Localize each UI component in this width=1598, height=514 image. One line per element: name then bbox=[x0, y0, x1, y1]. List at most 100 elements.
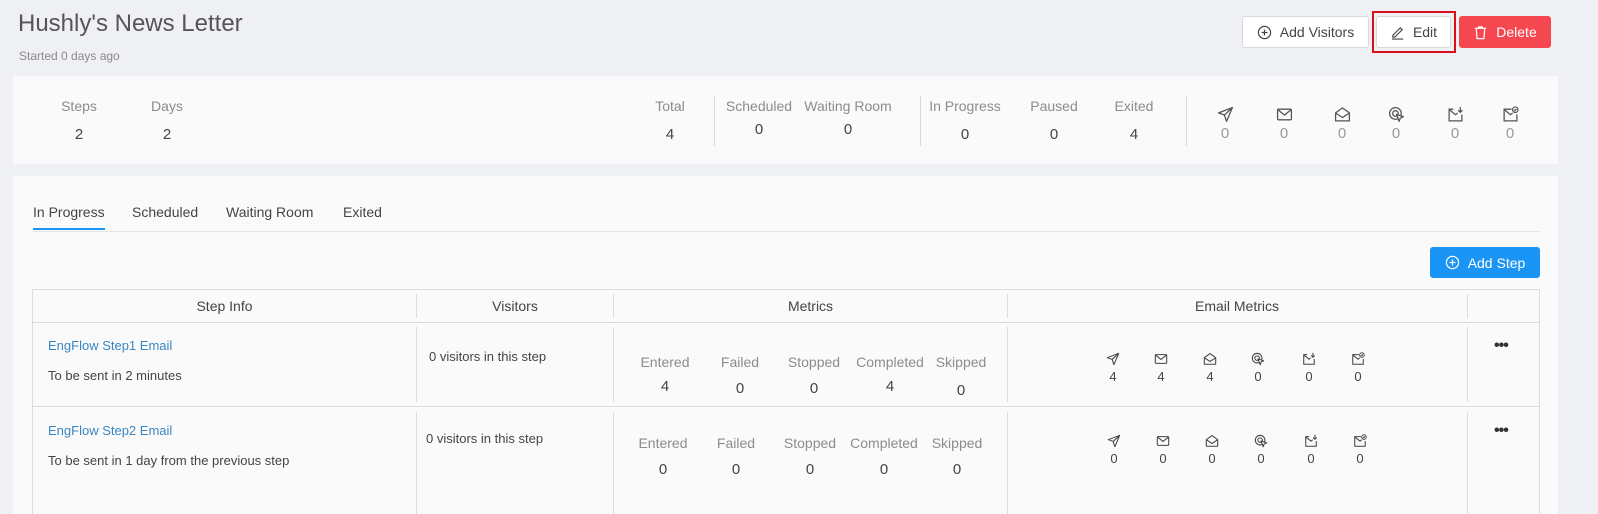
email-click: 0 bbox=[1248, 352, 1268, 384]
metric-completed: Completed 0 bbox=[843, 435, 925, 478]
metric-label: Completed bbox=[856, 354, 924, 370]
email-click: 0 bbox=[1251, 434, 1271, 466]
delete-label: Delete bbox=[1496, 24, 1537, 40]
mail-icon bbox=[1156, 434, 1170, 448]
stats-card: Steps 2 Days 2 Total 4 Scheduled 0 Waiti… bbox=[13, 76, 1558, 164]
tabs: In Progress Scheduled Waiting Room Exite… bbox=[33, 204, 1540, 232]
email-metric-value: 0 bbox=[1159, 451, 1167, 466]
stat-label: Scheduled bbox=[725, 98, 793, 114]
edit-highlight-box bbox=[1372, 11, 1456, 53]
mail-open-icon bbox=[1203, 352, 1217, 366]
metric-failed: Failed 0 bbox=[696, 435, 776, 478]
stat-label: In Progress bbox=[929, 98, 1001, 114]
step-name-link[interactable]: EngFlow Step2 Email bbox=[48, 423, 172, 438]
col-divider bbox=[1007, 412, 1008, 514]
tab-scheduled[interactable]: Scheduled bbox=[132, 204, 198, 228]
col-divider bbox=[1007, 327, 1008, 402]
email-metric-value: 0 bbox=[1110, 451, 1118, 466]
row-divider bbox=[33, 406, 1539, 407]
send-icon bbox=[1107, 434, 1121, 448]
metric-label: Stopped bbox=[783, 435, 837, 451]
row-divider bbox=[33, 322, 1539, 323]
col-divider bbox=[1007, 294, 1008, 318]
stat-label: Waiting Room bbox=[804, 98, 892, 114]
step-visitors: 0 visitors in this step bbox=[426, 431, 544, 446]
stat-value: 0 bbox=[960, 126, 970, 143]
stat-steps: Steps 2 bbox=[29, 98, 129, 143]
step-name-link[interactable]: EngFlow Step1 Email bbox=[48, 338, 172, 353]
email-open: 0 bbox=[1202, 434, 1222, 466]
header-metrics: Metrics bbox=[787, 298, 834, 314]
mail-check-icon bbox=[1502, 106, 1519, 123]
col-divider bbox=[613, 412, 614, 514]
stat-exited: Exited 4 bbox=[1084, 98, 1184, 143]
stat-value: 2 bbox=[74, 126, 84, 143]
metric-value: 0 bbox=[879, 461, 889, 478]
mail-download-icon bbox=[1302, 352, 1316, 366]
tab-in-progress[interactable]: In Progress bbox=[33, 204, 105, 230]
metric-value: 0 bbox=[1391, 125, 1401, 142]
send-icon bbox=[1106, 352, 1120, 366]
add-step-button[interactable]: Add Step bbox=[1430, 247, 1540, 278]
more-options-icon[interactable]: ••• bbox=[1494, 422, 1509, 440]
email-check: 0 bbox=[1348, 352, 1368, 384]
stat-value: 0 bbox=[843, 121, 853, 138]
page-subtitle: Started 0 days ago bbox=[19, 49, 120, 63]
page-title: Hushly's News Letter bbox=[18, 10, 243, 37]
plus-circle-icon bbox=[1445, 255, 1460, 270]
trash-icon bbox=[1473, 25, 1488, 40]
metric-value: 0 bbox=[805, 461, 815, 478]
stat-label: Steps bbox=[61, 98, 97, 114]
mail-check-icon bbox=[1353, 434, 1367, 448]
plus-circle-icon bbox=[1257, 25, 1272, 40]
email-metric-value: 4 bbox=[1157, 369, 1165, 384]
col-divider bbox=[1467, 327, 1468, 402]
more-options-icon[interactable]: ••• bbox=[1494, 337, 1509, 355]
email-open: 4 bbox=[1200, 352, 1220, 384]
tab-exited[interactable]: Exited bbox=[343, 204, 382, 228]
col-divider bbox=[613, 327, 614, 402]
metric-label: Completed bbox=[850, 435, 918, 451]
col-divider bbox=[613, 294, 614, 318]
metric-stopped: Stopped 0 bbox=[774, 354, 854, 397]
col-divider bbox=[416, 327, 417, 402]
stat-waiting-room: Waiting Room 0 bbox=[798, 98, 898, 138]
add-visitors-button[interactable]: Add Visitors bbox=[1242, 16, 1369, 48]
metric-value: 0 bbox=[956, 382, 966, 399]
email-metric-value: 4 bbox=[1206, 369, 1214, 384]
mail-open-icon bbox=[1205, 434, 1219, 448]
mail-metric: 0 bbox=[1273, 106, 1295, 142]
email-metric-value: 0 bbox=[1208, 451, 1216, 466]
step-schedule: To be sent in 1 day from the previous st… bbox=[48, 453, 290, 468]
col-divider bbox=[416, 412, 417, 514]
email-send: 4 bbox=[1103, 352, 1123, 384]
click-icon bbox=[1388, 106, 1405, 123]
email-metric-value: 0 bbox=[1305, 369, 1313, 384]
header-step-info: Step Info bbox=[196, 298, 253, 314]
stat-label: Exited bbox=[1114, 98, 1154, 114]
delete-button[interactable]: Delete bbox=[1459, 16, 1551, 48]
metric-failed: Failed 0 bbox=[700, 354, 780, 397]
mail-check-icon bbox=[1351, 352, 1365, 366]
stat-scheduled: Scheduled 0 bbox=[709, 98, 809, 138]
metric-label: Stopped bbox=[787, 354, 841, 370]
send-icon bbox=[1217, 106, 1234, 123]
metric-value: 0 bbox=[1337, 125, 1347, 142]
tab-waiting-room[interactable]: Waiting Room bbox=[226, 204, 313, 228]
col-divider bbox=[1467, 412, 1468, 514]
metric-value: 4 bbox=[660, 378, 670, 395]
metric-skipped: Skipped 0 bbox=[921, 354, 1001, 399]
metric-value: 0 bbox=[731, 461, 741, 478]
stat-value: 4 bbox=[665, 126, 675, 143]
steps-table: Step Info Visitors Metrics Email Metrics… bbox=[32, 289, 1540, 514]
metric-value: 0 bbox=[658, 461, 668, 478]
mail-open-metric: 0 bbox=[1331, 106, 1353, 142]
metric-stopped: Stopped 0 bbox=[770, 435, 850, 478]
metric-value: 0 bbox=[1279, 125, 1289, 142]
stat-value: 0 bbox=[754, 121, 764, 138]
stat-label: Days bbox=[151, 98, 183, 114]
mail-open-icon bbox=[1334, 106, 1351, 123]
metric-label: Entered bbox=[638, 435, 688, 451]
click-icon bbox=[1254, 434, 1268, 448]
stat-value: 4 bbox=[1129, 126, 1139, 143]
